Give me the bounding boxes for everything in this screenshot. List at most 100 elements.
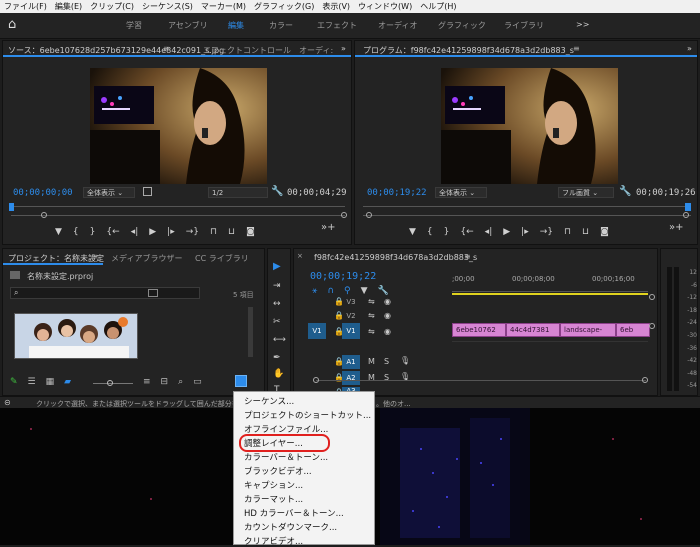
lift-icon[interactable]: ⊓ — [564, 227, 571, 237]
program-step-back-icon[interactable]: ◂| — [485, 227, 493, 237]
go-to-out-icon[interactable]: →} — [186, 227, 199, 237]
eye-icon[interactable]: ◉ — [384, 327, 391, 336]
menu-view[interactable]: 表示(V) — [318, 1, 354, 12]
pencil-icon[interactable]: ✎ — [10, 377, 18, 387]
program-zoom-scrollbar[interactable] — [363, 215, 691, 216]
mark-in-icon[interactable]: { — [73, 227, 79, 237]
menu-edit[interactable]: 編集(E) — [51, 1, 86, 12]
source-time-ruler[interactable] — [11, 206, 345, 212]
menu-marker[interactable]: マーカー(M) — [197, 1, 250, 12]
source-button-editor-icon[interactable]: »+ — [321, 222, 336, 233]
source-scroll-handle-right[interactable] — [341, 212, 347, 218]
menu-item-bars-and-tone[interactable]: カラーバー＆トーン... — [244, 451, 328, 463]
new-bin-icon[interactable]: ▭ — [193, 377, 202, 387]
freeform-view-icon[interactable]: ▰ — [64, 377, 71, 387]
source-zoom-scrollbar[interactable] — [11, 215, 345, 216]
program-zoom-dropdown[interactable]: 全体表示 ⌄ — [435, 187, 487, 198]
eye-icon[interactable]: ◉ — [384, 297, 391, 306]
workspace-tab-color[interactable]: カラー — [269, 20, 293, 31]
program-time-ruler[interactable] — [363, 206, 691, 212]
timeline-clip[interactable]: landscape- — [560, 323, 616, 337]
source-scroll-handle-left[interactable] — [41, 212, 47, 218]
workspace-tab-assembly[interactable]: アセンブリ — [168, 20, 208, 31]
step-forward-icon[interactable]: |▸ — [167, 227, 175, 237]
mark-out-icon[interactable]: } — [90, 227, 96, 237]
timeline-hscroll[interactable] — [316, 380, 646, 381]
program-quality-dropdown[interactable]: フル画質 ⌄ — [558, 187, 614, 198]
sort-icon[interactable]: ≡ — [143, 377, 151, 387]
extract-icon[interactable]: ⊔ — [582, 227, 589, 237]
panel-overflow-icon[interactable]: » — [341, 44, 346, 53]
work-area-bar[interactable] — [452, 293, 648, 295]
timeline-sequence-tab[interactable]: f98fc42e41259898f34d678a3d2db883_s — [314, 253, 477, 262]
go-to-in-icon[interactable]: {← — [106, 227, 119, 237]
workspace-more-button[interactable]: >> — [576, 20, 589, 29]
track-select-tool-icon[interactable]: ⇥ — [273, 281, 281, 291]
program-step-forward-icon[interactable]: |▸ — [521, 227, 529, 237]
nest-icon[interactable]: ⚹ — [312, 286, 317, 296]
workspace-tab-audio[interactable]: オーディオ — [378, 20, 417, 31]
ripple-edit-tool-icon[interactable]: ↔ — [273, 299, 281, 309]
insert-icon[interactable]: ⊓ — [210, 227, 217, 237]
timeline-timecode[interactable]: 00;00;19;22 — [310, 271, 376, 282]
linked-selection-icon[interactable]: ⚲ — [344, 286, 351, 296]
source-resolution-dropdown[interactable]: 1/2 — [208, 187, 268, 198]
timeline-tab-menu-icon[interactable]: ≡ — [464, 252, 471, 261]
menu-item-black-video[interactable]: ブラックビデオ... — [244, 465, 312, 477]
sync-lock-icon[interactable]: ⇋ — [368, 297, 375, 306]
program-go-to-in-icon[interactable]: {← — [460, 227, 473, 237]
lock-icon[interactable]: 🔒 — [334, 311, 344, 320]
workspace-tab-effects[interactable]: エフェクト — [317, 20, 357, 31]
menu-graphics[interactable]: グラフィック(G) — [250, 1, 318, 12]
menu-item-countdown-leader[interactable]: カウントダウンマーク... — [244, 521, 337, 533]
pen-tool-icon[interactable]: ✒ — [273, 353, 281, 363]
microphone-icon[interactable]: 🎙 — [400, 356, 410, 365]
menu-item-sequence[interactable]: シーケンス... — [244, 395, 294, 407]
timeline-vscroll-handle[interactable] — [649, 294, 655, 300]
source-playhead[interactable] — [9, 203, 14, 211]
track-label-a2[interactable]: A2 — [342, 371, 360, 385]
project-scrollbar[interactable] — [248, 307, 253, 357]
project-search-input[interactable]: ⌕ — [10, 287, 200, 299]
program-overflow-icon[interactable]: » — [687, 44, 692, 53]
list-view-icon[interactable]: ☰ — [28, 377, 36, 387]
program-playhead[interactable] — [685, 203, 691, 211]
step-back-icon[interactable]: ◂| — [131, 227, 139, 237]
find-icon[interactable]: ⌕ — [178, 377, 183, 387]
timeline-ruler[interactable] — [452, 284, 648, 292]
track-label-a1[interactable]: A1 — [342, 355, 360, 369]
timeline-vscroll-handle-bottom[interactable] — [649, 323, 655, 329]
menu-item-hd-bars-and-tone[interactable]: HD カラーバー＆トーン... — [244, 507, 344, 519]
source-tab-menu-icon[interactable]: ≡ — [163, 44, 170, 53]
mute-button[interactable]: M — [368, 357, 375, 366]
program-export-frame-icon[interactable]: ◙ — [600, 227, 609, 237]
export-frame-icon[interactable]: ◙ — [246, 227, 255, 237]
program-add-marker-icon[interactable]: ▼ — [409, 227, 416, 237]
play-icon[interactable]: ▶ — [149, 227, 156, 237]
selection-tool-icon[interactable]: ▶ — [273, 261, 281, 272]
program-button-editor-icon[interactable]: »+ — [669, 222, 684, 233]
menu-sequence[interactable]: シーケンス(S) — [138, 1, 197, 12]
sync-lock-icon[interactable]: ⇋ — [368, 327, 375, 336]
program-scroll-handle-right[interactable] — [683, 212, 689, 218]
automate-icon[interactable]: ⊟ — [161, 377, 169, 387]
workspace-tab-editing[interactable]: 編集 — [228, 20, 244, 31]
source-zoom-dropdown[interactable]: 全体表示 ⌄ — [83, 187, 135, 198]
program-tab-menu-icon[interactable]: ≡ — [573, 44, 580, 53]
program-scroll-handle-left[interactable] — [366, 212, 372, 218]
timeline-clip[interactable]: 44c4d7381 — [506, 323, 560, 337]
program-mark-in-icon[interactable]: { — [427, 227, 433, 237]
project-tab-menu-icon[interactable]: ≡ — [91, 252, 98, 261]
razor-tool-icon[interactable]: ✂ — [273, 317, 281, 327]
media-browser-tab[interactable]: メディアブラウザー — [111, 253, 182, 264]
new-bin-from-search-icon[interactable] — [148, 289, 158, 297]
snap-icon[interactable]: ∩ — [327, 286, 334, 296]
menu-file[interactable]: ファイル(F) — [0, 1, 51, 12]
timeline-close-icon[interactable]: × — [297, 252, 303, 260]
workspace-tab-graphics[interactable]: グラフィック — [438, 20, 486, 31]
icon-view-icon[interactable]: ▦ — [46, 377, 55, 387]
menu-item-captions[interactable]: キャプション... — [244, 479, 303, 491]
menu-clip[interactable]: クリップ(C) — [86, 1, 138, 12]
eye-icon[interactable]: ◉ — [384, 311, 391, 320]
thumbnail-size-handle[interactable] — [107, 380, 113, 386]
